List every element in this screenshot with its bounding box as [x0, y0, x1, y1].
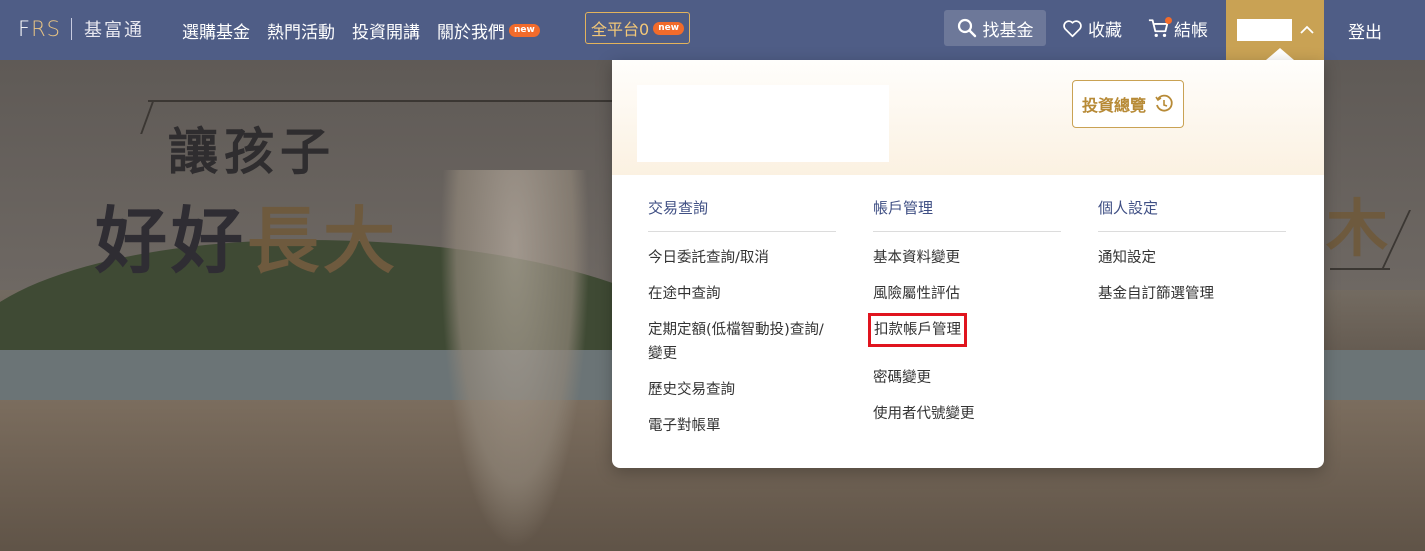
menu-investment-talk[interactable]: 投資開講 [352, 18, 420, 43]
user-name-redacted [1236, 19, 1292, 41]
link-fund-filter-management[interactable]: 基金自訂篩選管理 [1098, 282, 1286, 306]
link-risk-assessment[interactable]: 風險屬性評估 [873, 282, 1061, 306]
column-personal-settings: 個人設定 通知設定 基金自訂篩選管理 [1098, 197, 1286, 318]
logout-link[interactable]: 登出 [1348, 0, 1382, 60]
link-debit-account-management[interactable]: 扣款帳戶管理 [868, 313, 967, 347]
investment-overview-button[interactable]: 投資總覽 [1072, 80, 1184, 128]
link-e-statement[interactable]: 電子對帳單 [648, 414, 836, 438]
new-badge: new [509, 23, 540, 37]
column-transaction-query: 交易查詢 今日委託查詢/取消 在途中查詢 定期定額(低檔智動投)查詢/變更 歷史… [648, 197, 836, 450]
link-today-orders[interactable]: 今日委託查詢/取消 [648, 246, 836, 270]
chevron-up-icon [1299, 25, 1314, 34]
logo-divider [71, 18, 73, 40]
link-user-id-change[interactable]: 使用者代號變更 [873, 402, 1061, 426]
main-menu: 選購基金 熱門活動 投資開講 關於我們 new [182, 0, 557, 60]
column-title: 個人設定 [1098, 197, 1286, 232]
hero-right-frame-line [1330, 268, 1390, 270]
checkout-link[interactable]: 結帳 [1148, 10, 1208, 46]
account-info-redacted [637, 85, 889, 162]
link-in-transit[interactable]: 在途中查詢 [648, 282, 836, 306]
logo-frs: FRS [18, 17, 62, 41]
find-fund-button[interactable]: 找基金 [944, 10, 1046, 46]
link-notification-settings[interactable]: 通知設定 [1098, 246, 1286, 270]
link-profile-change[interactable]: 基本資料變更 [873, 246, 1061, 270]
top-nav: FRS 基富通 選購基金 熱門活動 投資開講 關於我們 new 全平台0 new 找… [0, 0, 1425, 60]
column-account-management: 帳戶管理 基本資料變更 風險屬性評估 扣款帳戶管理 密碼變更 使用者代號變更 [868, 197, 1061, 438]
link-regular-investment[interactable]: 定期定額(低檔智動投)查詢/變更 [648, 318, 826, 366]
link-transaction-history[interactable]: 歷史交易查詢 [648, 378, 836, 402]
panel-caret [1266, 48, 1294, 60]
favorites-link[interactable]: 收藏 [1062, 10, 1122, 46]
history-icon [1155, 94, 1173, 112]
column-title: 交易查詢 [648, 197, 836, 232]
cart-notification-dot [1165, 16, 1172, 24]
link-password-change[interactable]: 密碼變更 [873, 366, 1061, 390]
all-platform-button[interactable]: 全平台0 new [585, 12, 691, 44]
menu-buy-funds[interactable]: 選購基金 [182, 18, 250, 43]
hero-frame-line [148, 100, 618, 102]
new-badge: new [653, 21, 685, 35]
cart-icon [1148, 16, 1172, 39]
logo-chinese-name: 基富通 [84, 20, 145, 41]
site-logo[interactable]: FRS 基富通 [18, 14, 144, 44]
menu-hot-events[interactable]: 熱門活動 [267, 18, 335, 43]
column-title: 帳戶管理 [873, 197, 1061, 232]
menu-about-us[interactable]: 關於我們 new [437, 18, 540, 43]
panel-header: 投資總覽 [612, 60, 1324, 175]
search-icon [957, 18, 976, 38]
hero-headline-1: 讓孩子 [168, 123, 336, 181]
user-dropdown-panel: 投資總覽 交易查詢 今日委託查詢/取消 在途中查詢 定期定額(低檔智動投)查詢/… [612, 60, 1324, 468]
hero-headline-2: 好好長大 [95, 199, 400, 283]
hero-person-image [440, 170, 590, 550]
heart-icon [1063, 19, 1082, 37]
hero-right-text: 木 [1326, 192, 1389, 265]
